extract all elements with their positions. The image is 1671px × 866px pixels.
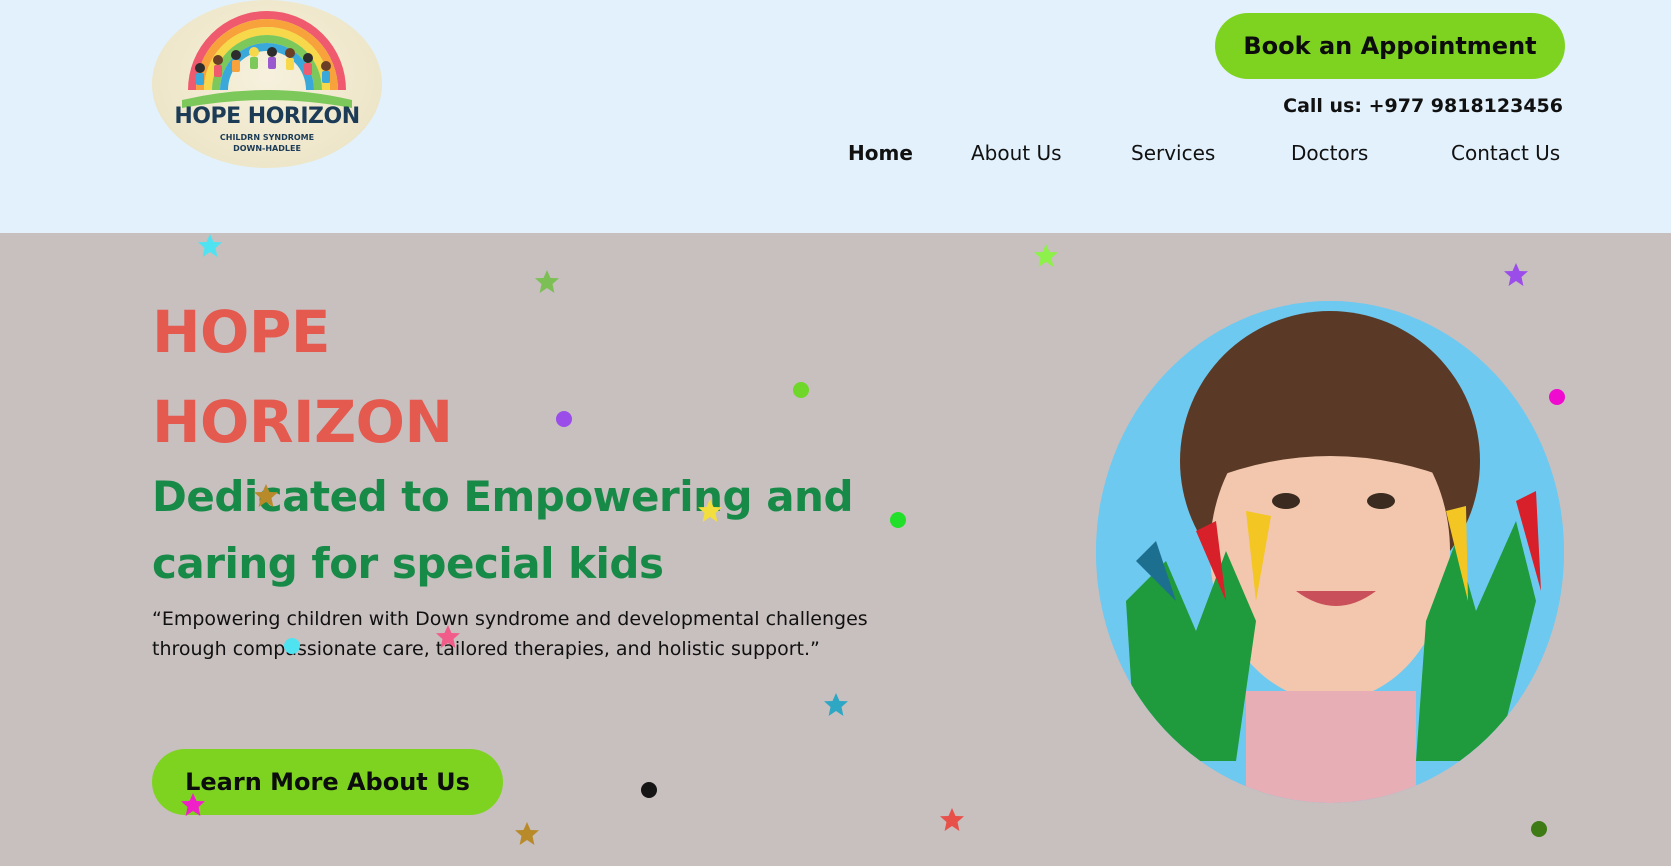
book-appointment-button[interactable]: Book an Appointment — [1215, 13, 1565, 79]
nav-doctors[interactable]: Doctors — [1291, 141, 1368, 165]
star-icon — [515, 822, 539, 845]
star-icon — [198, 234, 222, 257]
star-icon — [824, 693, 848, 716]
learn-more-button[interactable]: Learn More About Us — [152, 749, 503, 815]
hero-quote: “Empowering children with Down syndrome … — [152, 608, 868, 660]
hero-tagline-line1: Dedicated to Empowering and — [152, 472, 854, 521]
logo-title: HOPE HORIZON — [174, 104, 360, 129]
star-icon — [1504, 263, 1528, 286]
hero-tagline-line2: caring for special kids — [152, 539, 664, 588]
rainbow-kids-icon — [182, 11, 352, 108]
nav-contact-us[interactable]: Contact Us — [1451, 141, 1560, 165]
dot-icon — [556, 411, 572, 427]
call-us-text: Call us: +977 9818123456 — [1283, 95, 1563, 117]
nav-home[interactable]: Home — [848, 141, 913, 165]
dot-icon — [641, 782, 657, 798]
star-icon — [1034, 244, 1058, 267]
logo-subtitle-2: DOWN-HADLEE — [233, 144, 301, 153]
dot-icon — [890, 512, 906, 528]
dot-icon — [1549, 389, 1565, 405]
hero-title-line1: HOPE — [152, 298, 330, 366]
logo[interactable]: HOPE HORIZON CHILDRN SYNDROME DOWN-HADLE… — [152, 0, 382, 168]
nav-about-us[interactable]: About Us — [971, 141, 1062, 165]
site-header: HOPE HORIZON CHILDRN SYNDROME DOWN-HADLE… — [0, 0, 1671, 233]
star-icon — [940, 808, 964, 831]
logo-subtitle: CHILDRN SYNDROME — [219, 133, 315, 142]
nav-services[interactable]: Services — [1131, 141, 1215, 165]
child-portrait-image — [1096, 301, 1564, 803]
star-icon — [535, 270, 559, 293]
dot-icon — [793, 382, 809, 398]
child-face-illustration — [1096, 301, 1564, 803]
hero-title-line2: HORIZON — [152, 388, 453, 456]
dot-icon — [1531, 821, 1547, 837]
